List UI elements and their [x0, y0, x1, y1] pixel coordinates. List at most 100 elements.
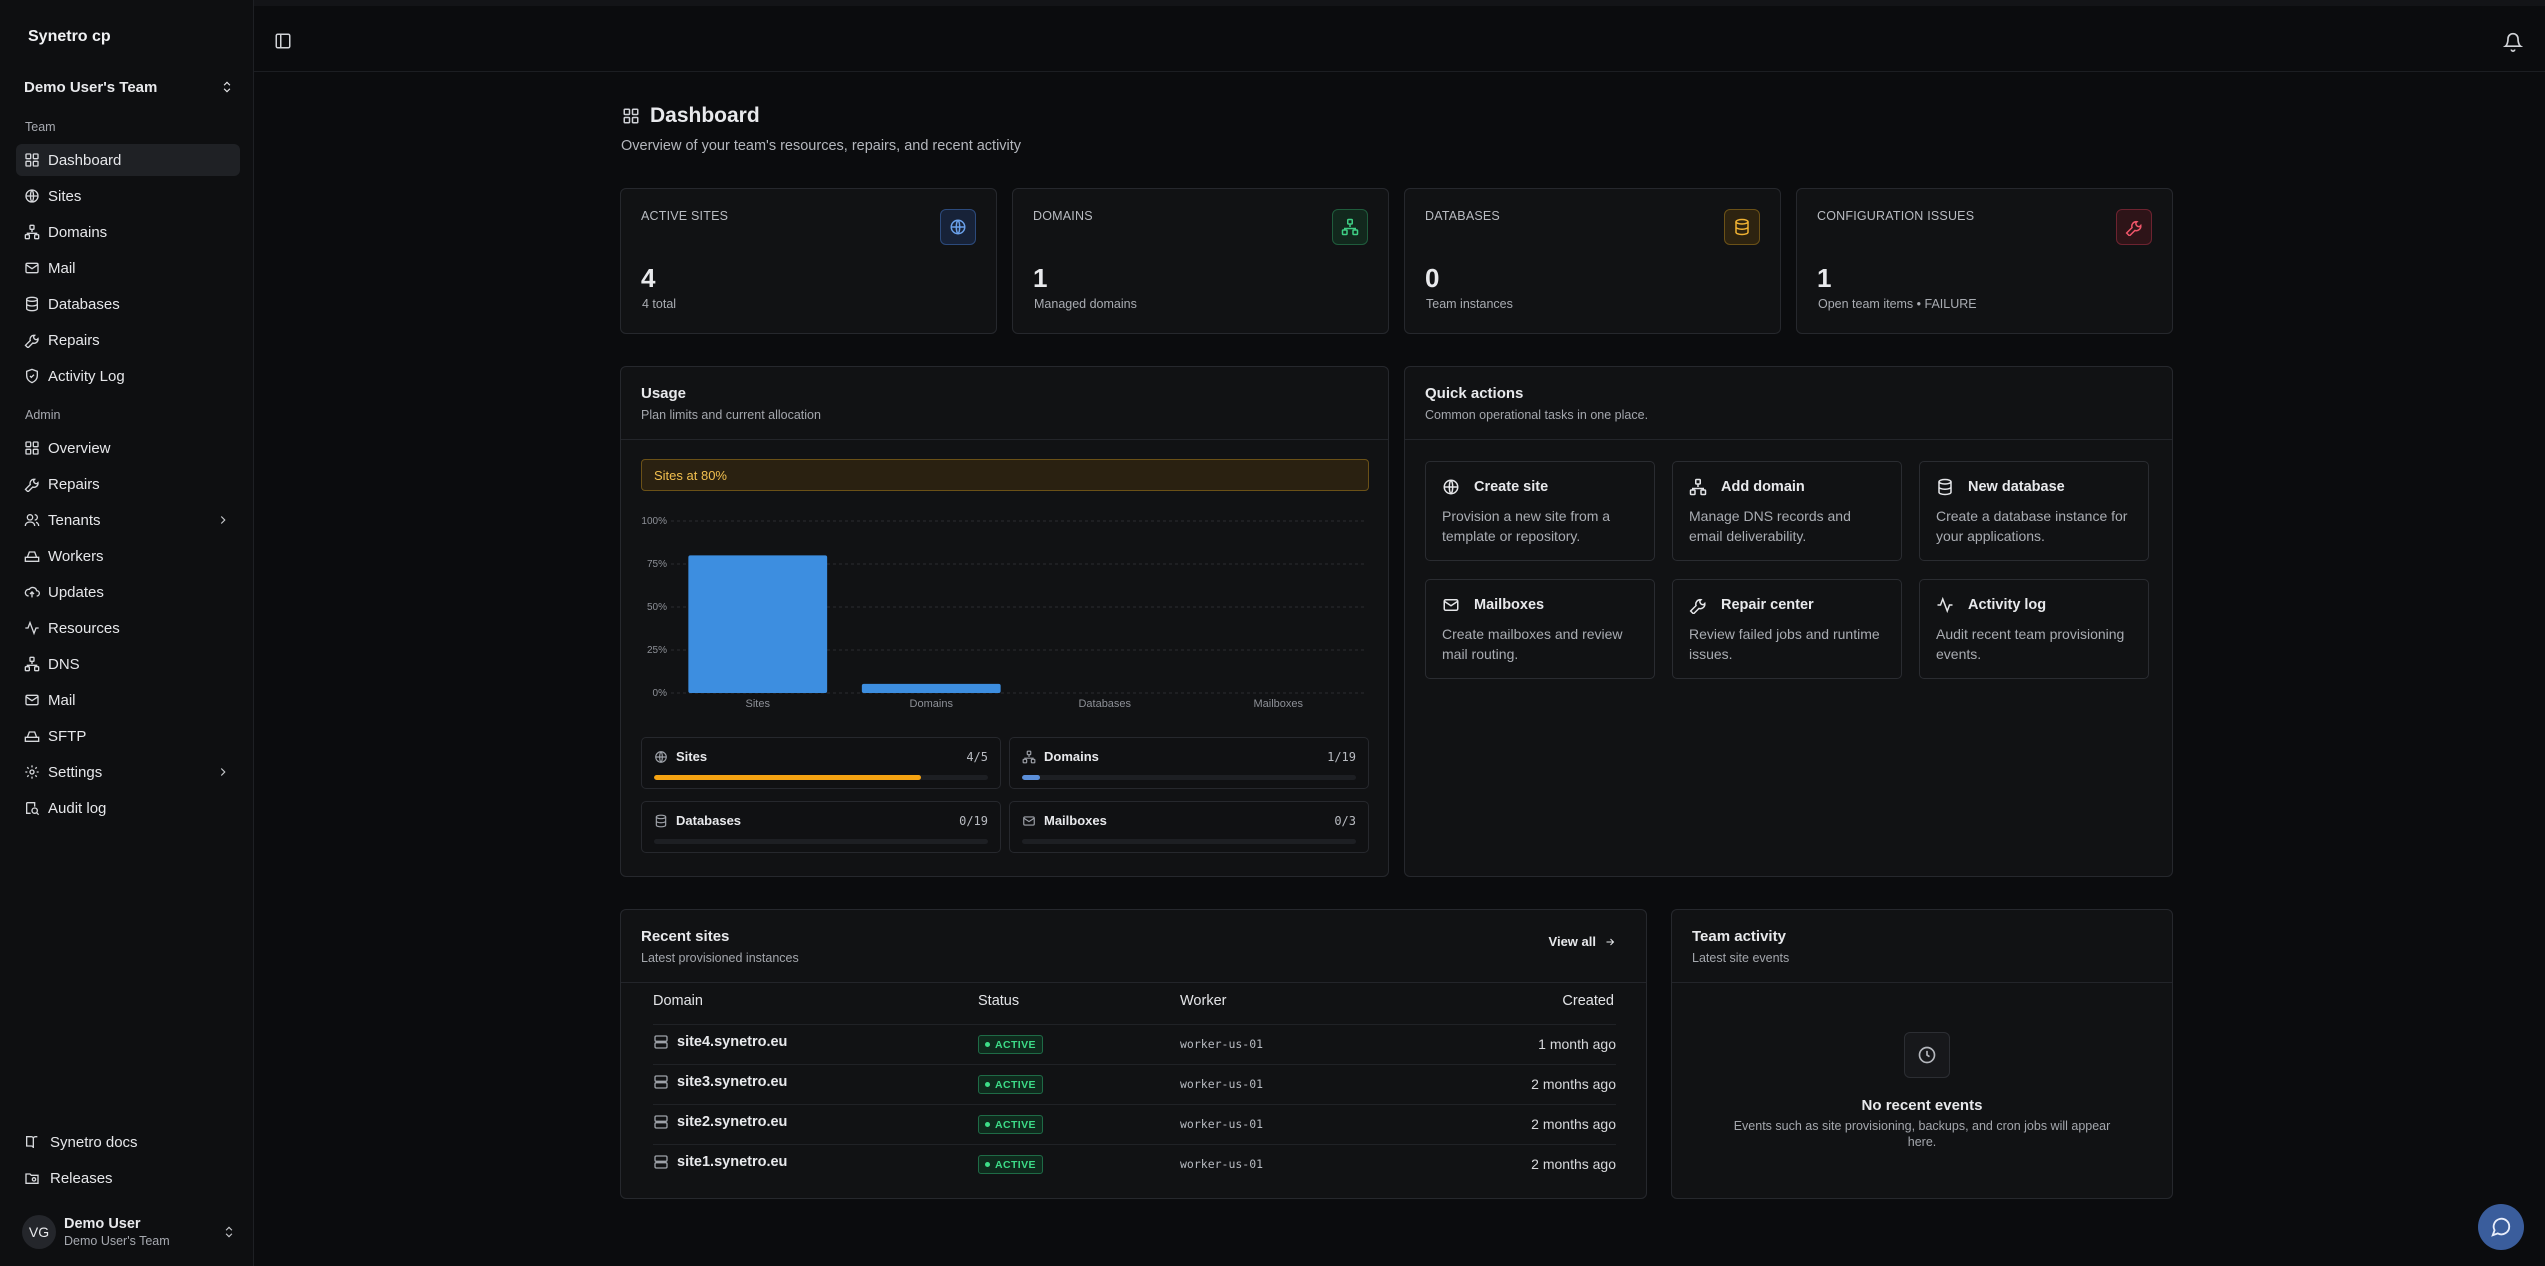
sidebar-item-activity-log[interactable]: Activity Log: [16, 360, 240, 392]
site-domain: site4.synetro.eu: [677, 1034, 788, 1050]
sidebar-item-settings[interactable]: Settings: [16, 756, 240, 788]
quick-action-add-domain[interactable]: Add domain Manage DNS records and email …: [1672, 461, 1902, 561]
sidebar-item-sites[interactable]: Sites: [16, 180, 240, 212]
sidebar-item-dashboard[interactable]: Dashboard: [16, 144, 240, 176]
sidebar-item-label: Activity Log: [48, 367, 125, 385]
status-text: ACTIVE: [995, 1158, 1036, 1171]
sidebar-item-audit-log[interactable]: Audit log: [16, 792, 240, 824]
site-domain: site3.synetro.eu: [677, 1074, 788, 1090]
sidebar-item-updates[interactable]: Updates: [16, 576, 240, 608]
bar-sites[interactable]: [688, 555, 828, 693]
stat-card-databases: DATABASES 0 Team instances: [1404, 188, 1781, 334]
grid-icon: [24, 152, 40, 168]
quick-action-title: Activity log: [1968, 597, 2047, 613]
y-tick-label: 25%: [647, 645, 667, 656]
stat-value: 1: [1817, 263, 1832, 293]
table-row[interactable]: site1.synetro.eu ACTIVE worker-us-01 2 m…: [653, 1144, 1616, 1184]
stat-card-active-sites: ACTIVE SITES 4 4 total: [620, 188, 997, 334]
recent-sites-panel: Recent sites Latest provisioned instance…: [620, 909, 1647, 1199]
sidebar-item-admin-repairs[interactable]: Repairs: [16, 468, 240, 500]
created-time: 2 months ago: [1531, 1076, 1616, 1092]
stat-desc: Open team items • FAILURE: [1818, 297, 1977, 311]
quick-action-desc: Create a database instance for your appl…: [1936, 508, 2128, 544]
quick-action-desc: Audit recent team provisioning events.: [1936, 626, 2125, 662]
usage-tile-name: Domains: [1044, 749, 1099, 764]
wrench-icon: [2116, 209, 2152, 245]
sidebar-item-label: Resources: [48, 619, 120, 637]
table-row[interactable]: site4.synetro.eu ACTIVE worker-us-01 1 m…: [653, 1024, 1616, 1064]
sidebar-item-tenants[interactable]: Tenants: [16, 504, 240, 536]
bell-icon[interactable]: [2503, 32, 2523, 52]
user-menu[interactable]: VG Demo User Demo User's Team: [22, 1210, 236, 1254]
column-header-status: Status: [978, 993, 1020, 1009]
admin-nav: Overview Repairs Tenants Workers Updates…: [16, 432, 240, 828]
site-domain: site1.synetro.eu: [677, 1154, 788, 1170]
docs-link[interactable]: Synetro docs: [24, 1126, 138, 1158]
panel-divider: [621, 439, 1388, 440]
panel-divider: [621, 982, 1646, 983]
sidebar-item-label: Mail: [48, 691, 76, 709]
sidebar-item-workers[interactable]: Workers: [16, 540, 240, 572]
activity-icon: [1936, 596, 1954, 614]
sidebar-item-label: Dashboard: [48, 151, 122, 169]
x-tick-label: Mailboxes: [1253, 698, 1303, 709]
team-activity-panel: Team activity Latest site events No rece…: [1671, 909, 2173, 1199]
stat-label: ACTIVE SITES: [641, 209, 729, 223]
globe-icon: [1442, 478, 1460, 496]
quick-action-desc: Provision a new site from a template or …: [1442, 508, 1611, 544]
sidebar-item-repairs[interactable]: Repairs: [16, 324, 240, 356]
site-domain: site2.synetro.eu: [677, 1114, 788, 1130]
sidebar-item-sftp[interactable]: SFTP: [16, 720, 240, 752]
sidebar-footer-links: Synetro docs Releases: [24, 1126, 138, 1198]
page-title: Dashboard: [622, 104, 760, 128]
sidebar-item-databases[interactable]: Databases: [16, 288, 240, 320]
sidebar-toggle-icon[interactable]: [274, 32, 292, 50]
stat-card-configuration-issues: CONFIGURATION ISSUES 1 Open team items •…: [1796, 188, 2173, 334]
sidebar-item-admin-mail[interactable]: Mail: [16, 684, 240, 716]
sidebar-item-label: Repairs: [48, 331, 100, 349]
sidebar-item-dns[interactable]: DNS: [16, 648, 240, 680]
quick-actions-header: Quick actions Common operational tasks i…: [1425, 385, 1648, 422]
sidebar-item-label: Repairs: [48, 475, 100, 493]
sidebar-item-mail[interactable]: Mail: [16, 252, 240, 284]
status-text: ACTIVE: [995, 1118, 1036, 1131]
bar-domains[interactable]: [861, 683, 1001, 693]
book-icon: [24, 1134, 40, 1150]
usage-tile-count: 0/3: [1334, 814, 1356, 828]
panel-divider: [1405, 439, 2172, 440]
sidebar-item-label: Workers: [48, 547, 104, 565]
chevron-updown-icon: [222, 1225, 236, 1239]
quick-action-desc: Create mailboxes and review mail routing…: [1442, 626, 1623, 662]
server-icon: [653, 1154, 669, 1170]
stat-label: DATABASES: [1425, 209, 1500, 223]
database-icon: [1936, 478, 1954, 496]
x-tick-label: Domains: [910, 698, 954, 709]
quick-action-activity-log[interactable]: Activity log Audit recent team provision…: [1919, 579, 2149, 679]
sidebar-item-overview[interactable]: Overview: [16, 432, 240, 464]
sidebar-item-domains[interactable]: Domains: [16, 216, 240, 248]
view-all-link[interactable]: View all: [1549, 934, 1616, 949]
status-badge: ACTIVE: [978, 1075, 1043, 1094]
quick-action-title: Create site: [1474, 479, 1549, 495]
chat-button[interactable]: [2478, 1204, 2524, 1250]
sidebar-item-label: Tenants: [48, 511, 101, 529]
quick-action-new-database[interactable]: New database Create a database instance …: [1919, 461, 2149, 561]
stat-value: 4: [641, 263, 656, 293]
usage-progress-fill: [654, 775, 922, 780]
table-row[interactable]: site2.synetro.eu ACTIVE worker-us-01 2 m…: [653, 1104, 1616, 1144]
quick-action-mailboxes[interactable]: Mailboxes Create mailboxes and review ma…: [1425, 579, 1655, 679]
usage-warning-banner: Sites at 80%: [641, 459, 1369, 491]
sidebar-item-resources[interactable]: Resources: [16, 612, 240, 644]
created-time: 2 months ago: [1531, 1156, 1616, 1172]
table-row[interactable]: site3.synetro.eu ACTIVE worker-us-01 2 m…: [653, 1064, 1616, 1104]
globe-icon: [24, 188, 40, 204]
team-switcher[interactable]: Demo User's Team: [24, 72, 234, 102]
empty-state-title: No recent events: [1861, 1097, 1983, 1114]
quick-action-create-site[interactable]: Create site Provision a new site from a …: [1425, 461, 1655, 561]
releases-link[interactable]: Releases: [24, 1162, 138, 1194]
sidebar-item-label: Mail: [48, 259, 76, 277]
quick-action-repair-center[interactable]: Repair center Review failed jobs and run…: [1672, 579, 1902, 679]
usage-header: Usage Plan limits and current allocation: [641, 385, 821, 422]
avatar: VG: [22, 1215, 56, 1249]
worker-name: worker-us-01: [1180, 1117, 1264, 1131]
